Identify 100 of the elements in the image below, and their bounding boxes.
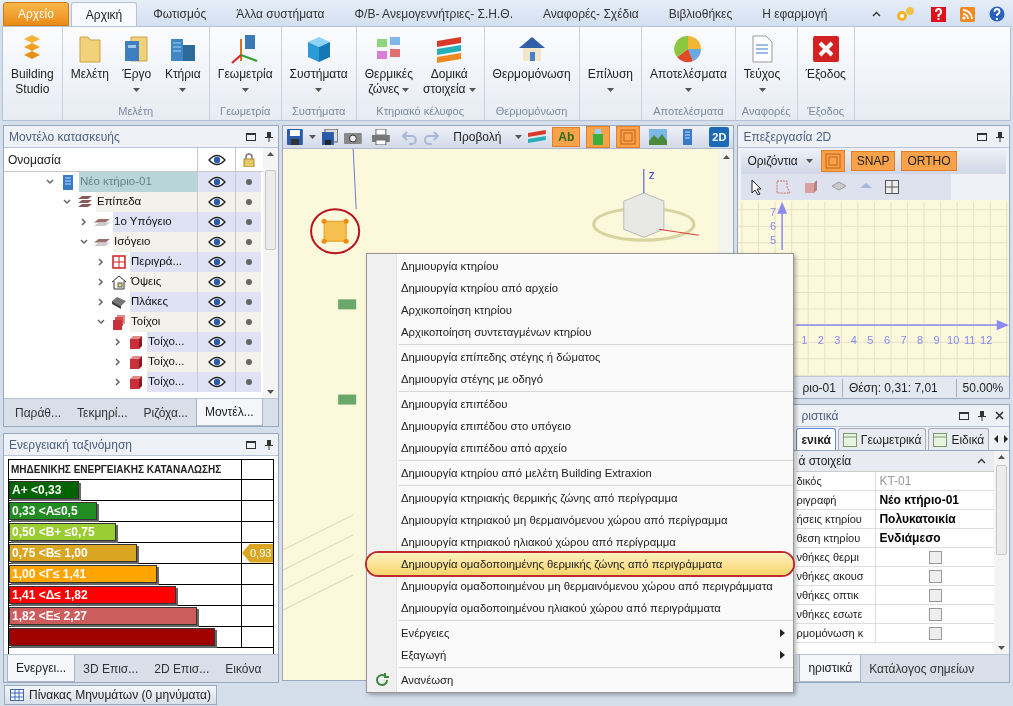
ribbon-button[interactable]: Συστήματα [287,31,350,102]
menu-item[interactable]: Αρχικοποίηση συντεταγμένων κτηρίου [367,321,793,343]
maximize-icon[interactable] [977,132,988,141]
menu-item[interactable]: Δημιουργία κτηρίου από αρχείο [367,277,793,299]
ribbon-tab[interactable]: Η εφαρμογή [748,2,842,26]
eye-icon[interactable] [207,336,226,348]
panel-tab[interactable]: Τεκμηρί... [69,399,136,426]
scrollbar[interactable] [263,148,279,398]
ribbon-button[interactable]: Μελέτη [68,31,111,102]
chevron-right-icon[interactable] [97,298,105,306]
save-icon[interactable] [287,129,304,145]
scrollbar-thumb[interactable] [265,170,277,250]
pin-icon[interactable] [996,131,1005,142]
eye-icon[interactable] [207,356,226,368]
menu-item[interactable]: Δημιουργία κτηριακού ηλιακού χώρου από περίγραμμα [367,531,793,553]
ribbon-button[interactable]: Κτήρια [162,31,203,102]
pin-icon[interactable] [265,131,274,142]
menu-item[interactable]: Ανανέωση [367,669,793,691]
properties-tab[interactable]: Γεωμετρικά [837,428,927,450]
menu-item[interactable]: Δημιουργία στέγης με οδηγό [367,368,793,390]
pointer-icon[interactable] [751,179,764,195]
panel-tab[interactable]: Εικόνα [217,655,270,682]
maximize-icon[interactable] [959,411,970,420]
camera-icon[interactable] [344,130,362,144]
menu-item[interactable]: Δημιουργία επίπεδης στέγης ή δώματος [367,346,793,368]
eye-icon[interactable] [207,316,226,328]
menu-item[interactable]: Εξαγωγή [367,644,793,666]
panel-tab[interactable]: Παράθ... [7,399,70,426]
menu-item[interactable]: Δημιουργία ομαδοποιημένου ηλιακού χώρου από περιγράμματα [367,597,793,619]
chevron-right-icon[interactable] [97,258,105,266]
tree-item[interactable]: Τοίχο... [147,372,197,392]
view-dropdown[interactable]: Προβολή [453,128,523,146]
tree-item[interactable]: Όψεις [130,272,197,292]
menu-item[interactable]: Δημιουργία επιπέδου από αρχείο [367,437,793,459]
pin-icon[interactable] [265,439,274,450]
ribbon-tab[interactable]: Βιβλιοθήκες [654,2,747,26]
messages-button[interactable]: Πίνακας Μηνυμάτων (0 μηνύματα) [4,685,218,705]
save-copy-icon[interactable] [322,129,338,145]
toggle-button[interactable] [586,126,611,148]
menu-item[interactable]: Ενέργειες [367,622,793,644]
panel-tab[interactable]: 3D Επισ... [75,655,147,682]
ribbon-button[interactable]: Επίλυση [585,31,635,102]
tree-item[interactable]: Περιγρά... [130,252,197,272]
panel-tab[interactable]: Κατάλογος σημείων [861,655,983,682]
column-header[interactable]: Ονομασία [8,150,61,169]
checkbox[interactable] [928,588,942,602]
chevron-down-icon[interactable] [46,178,54,186]
toggle-button[interactable]: SNAP [850,151,896,171]
eye-icon[interactable] [207,176,226,188]
eye-icon[interactable] [207,276,226,288]
layered-bars-icon[interactable] [528,129,547,145]
chevron-down-icon[interactable] [80,238,88,246]
panel-tab[interactable]: ηριστικά [799,655,862,682]
collapse-ribbon-icon[interactable] [872,11,881,17]
ribbon-button[interactable]: Έξοδος [803,31,848,102]
selected-box-drawing[interactable] [310,208,361,255]
ribbon-tab[interactable]: Φ/Β- Ανεμογεννήτριες- Σ.Η.Θ. [340,2,527,26]
help-icon[interactable] [931,6,946,22]
tree-item[interactable]: Ισόγειο [113,232,197,252]
scrollbar-thumb[interactable] [996,465,1008,555]
scrollbar[interactable] [994,451,1010,654]
property-value[interactable]: Πολυκατοικία [879,510,956,528]
tree-item[interactable]: Πλάκες [130,292,197,312]
printer-icon[interactable] [371,129,390,145]
eye-icon[interactable] [207,216,226,228]
eye-icon[interactable] [207,376,226,388]
chevron-right-icon[interactable] [114,338,122,346]
menu-item[interactable]: Δημιουργία επιπέδου στο υπόγειο [367,415,793,437]
ribbon-button[interactable]: Αποτελέσματα [648,31,729,102]
toggle-button[interactable] [820,150,845,172]
ribbon-button[interactable]: Θερμομόνωση [490,31,573,102]
chevron-down-icon[interactable] [63,198,71,206]
chevron-right-icon[interactable] [97,278,105,286]
menu-item[interactable]: Δημιουργία κτηρίου από μελέτη Building Extraxion [367,462,793,484]
tree-item[interactable]: Τοίχο... [147,352,197,372]
tree-item[interactable]: Τοίχο... [147,332,197,352]
ribbon-button[interactable]: Building Studio [9,31,56,102]
ribbon-tab[interactable]: Αναφορές- Σχέδια [528,2,653,26]
tree-item[interactable]: 1ο Υπόγειο [113,212,197,232]
toggle-button[interactable] [616,126,640,148]
eye-icon[interactable] [207,296,226,308]
menu-item[interactable]: Δημιουργία κτηριακού μη θερμαινόμενου χώρου από περίγραμμα [367,509,793,531]
menu-item[interactable]: Δημιουργία κτηρίου [367,255,793,277]
help-icon[interactable] [989,6,1005,22]
pin-icon[interactable] [978,410,987,421]
grid-icon[interactable] [885,180,900,194]
ribbon-tab[interactable]: Φωτισμός [139,2,221,26]
ribbon-button[interactable]: Τεύχος [741,31,783,102]
menu-item[interactable]: Δημιουργία κτηριακής θερμικής ζώνης από περίγραμμα [367,487,793,509]
eye-icon[interactable] [207,256,226,268]
ribbon-tab[interactable]: Αρχική [70,2,138,26]
maximize-icon[interactable] [246,132,257,141]
checkbox[interactable] [928,550,942,564]
maximize-icon[interactable] [246,440,257,449]
plane-dropdown[interactable]: Οριζόντια [747,152,813,170]
menu-item[interactable]: Δημιουργία επιπέδου [367,393,793,415]
collapse-icon[interactable] [977,458,987,464]
mode-button[interactable]: 2D [709,127,730,147]
property-value[interactable]: Νέο κτήριο-01 [879,491,959,509]
panel-tab[interactable]: Ενεργει... [7,655,76,682]
